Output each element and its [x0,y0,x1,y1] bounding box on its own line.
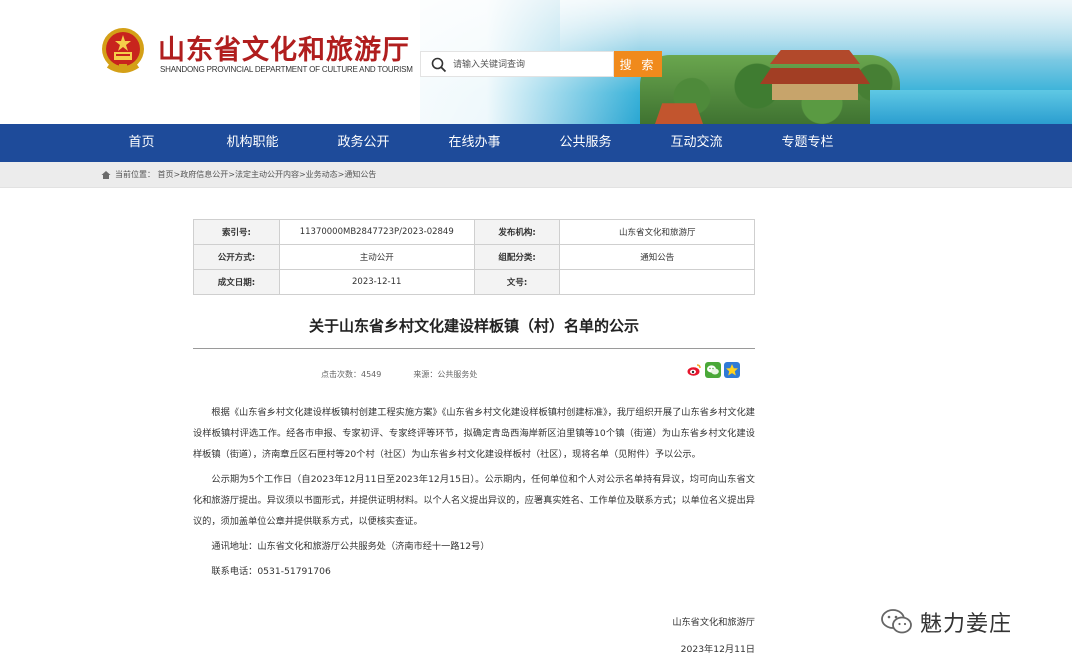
wechat-watermark: 魅力姜庄 [880,606,1012,638]
search-bar: 搜 索 [420,51,662,77]
meta-date-value: 2023-12-11 [278,269,475,295]
nav-item-public-services[interactable]: 公共服务 [530,124,641,162]
site-header: 山东省文化和旅游厅 SHANDONG PROVINCIAL DEPARTMENT… [0,0,1072,124]
search-box [420,51,614,77]
views-value: 4549 [361,370,382,379]
article-body: 根据《山东省乡村文化建设样板镇村创建工程实施方案》《山东省乡村文化建设样板镇村创… [193,402,755,582]
title-divider [193,348,755,349]
nav-item-home[interactable]: 首页 [86,124,197,162]
site-name[interactable]: 山东省文化和旅游厅 [158,28,410,67]
article-title: 关于山东省乡村文化建设样板镇（村）名单的公示 [308,317,639,335]
meta-category-key: 组配分类: [473,244,561,270]
views-label: 点击次数： [321,370,361,379]
share-buttons [686,362,740,378]
breadcrumb-path[interactable]: 首页>政府信息公开>法定主动公开内容>业务动态>通知公告 [158,170,377,179]
source-label: 来源： [413,370,438,379]
search-input[interactable] [453,56,611,74]
article-stats: 点击次数：4549 来源：公共服务处 [321,369,477,380]
signature-org: 山东省文化和旅游厅 [672,617,755,628]
meta-publisher-key: 发布机构: [473,219,561,245]
weibo-share-icon[interactable] [686,362,702,378]
wechat-logo-icon [881,609,912,634]
qzone-share-icon[interactable] [724,362,740,378]
banner-sea [870,90,1072,124]
nav-list: 首页 机构职能 政务公开 在线办事 公共服务 互动交流 专题专栏 [86,124,863,162]
main-nav: 首页 机构职能 政务公开 在线办事 公共服务 互动交流 专题专栏 [0,124,1072,162]
signature-date: 2023年12月11日 [680,644,755,655]
article-paragraph-1: 根据《山东省乡村文化建设样板镇村创建工程实施方案》《山东省乡村文化建设样板镇村创… [193,407,755,460]
nav-item-interaction[interactable]: 互动交流 [641,124,752,162]
site-name-english: SHANDONG PROVINCIAL DEPARTMENT OF CULTUR… [160,65,413,74]
contact-address: 通讯地址：山东省文化和旅游厅公共服务处（济南市经十一路12号） [211,541,490,552]
breadcrumb: 当前位置： 首页>政府信息公开>法定主动公开内容>业务动态>通知公告 [0,162,1072,188]
nav-item-gov-affairs[interactable]: 政务公开 [308,124,419,162]
source-value: 公共服务处 [437,370,478,379]
nav-item-functions[interactable]: 机构职能 [197,124,308,162]
meta-mode-key: 公开方式: [193,244,280,270]
banner-temple [760,50,870,100]
page: 山东省文化和旅游厅 SHANDONG PROVINCIAL DEPARTMENT… [0,0,1072,669]
nav-item-online-services[interactable]: 在线办事 [419,124,530,162]
document-meta-table: 索引号: 11370000MB2847723P/2023-02849 发布机构:… [193,219,755,295]
nav-item-topics[interactable]: 专题专栏 [752,124,863,162]
national-emblem-icon[interactable] [100,26,146,76]
watermark-text: 魅力姜庄 [920,612,1013,637]
breadcrumb-label: 当前位置： [115,170,155,179]
search-icon [431,57,447,73]
meta-doc-no-key: 文号: [473,269,561,295]
meta-date-key: 成文日期: [193,269,280,295]
meta-publisher-value: 山东省文化和旅游厅 [559,219,755,245]
wechat-share-icon[interactable] [705,362,721,378]
contact-phone: 联系电话：0531-51791706 [211,566,331,577]
article-paragraph-2: 公示期为5个工作日（自2023年12月11日至2023年12月15日）。公示期内… [193,474,755,527]
meta-index-key: 索引号: [193,219,280,245]
meta-mode-value: 主动公开 [278,244,475,270]
meta-index-value: 11370000MB2847723P/2023-02849 [278,219,475,245]
search-button[interactable]: 搜 索 [614,51,662,77]
home-icon [101,171,111,179]
meta-category-value: 通知公告 [559,244,755,270]
meta-doc-no-value [559,269,755,295]
breadcrumb-text: 当前位置： 首页>政府信息公开>法定主动公开内容>业务动态>通知公告 [115,169,376,180]
